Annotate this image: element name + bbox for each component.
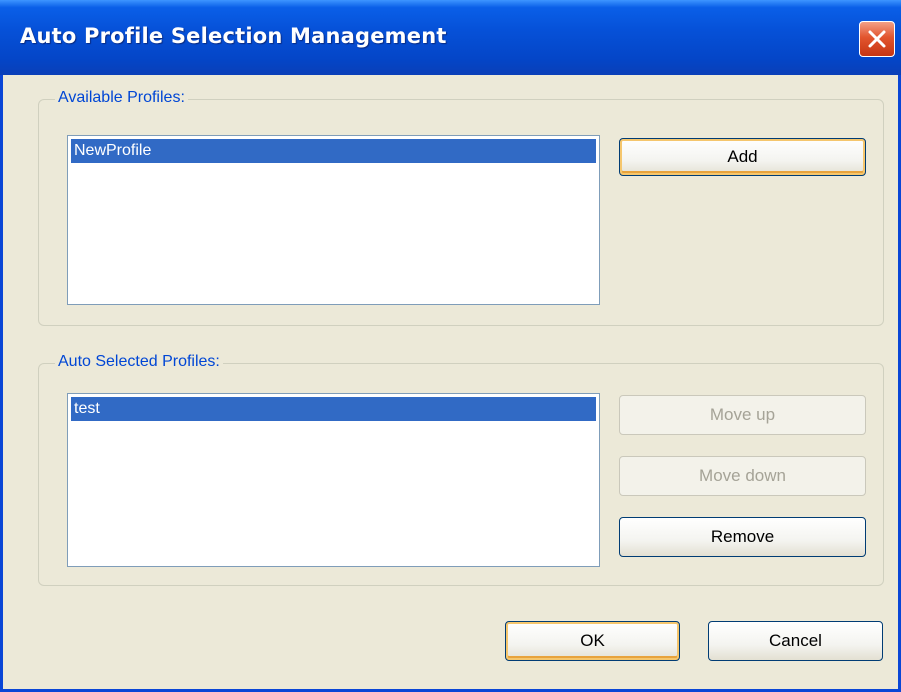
auto-selected-profiles-legend: Auto Selected Profiles: <box>55 353 223 371</box>
window-title: Auto Profile Selection Management <box>20 24 447 48</box>
close-x-icon <box>868 30 886 48</box>
dialog-window: Auto Profile Selection Management Availa… <box>0 0 901 692</box>
move-down-button[interactable]: Move down <box>619 456 866 496</box>
ok-button[interactable]: OK <box>505 621 680 661</box>
add-button[interactable]: Add <box>619 138 866 176</box>
auto-selected-profiles-list[interactable]: test <box>67 393 600 567</box>
cancel-button[interactable]: Cancel <box>708 621 883 661</box>
close-button[interactable] <box>859 21 895 57</box>
move-up-button[interactable]: Move up <box>619 395 866 435</box>
available-profiles-list[interactable]: NewProfile <box>67 135 600 305</box>
list-item[interactable]: test <box>71 397 596 421</box>
available-profiles-legend: Available Profiles: <box>55 89 188 107</box>
remove-button[interactable]: Remove <box>619 517 866 557</box>
title-bar[interactable]: Auto Profile Selection Management <box>0 0 901 75</box>
list-item[interactable]: NewProfile <box>71 139 596 163</box>
